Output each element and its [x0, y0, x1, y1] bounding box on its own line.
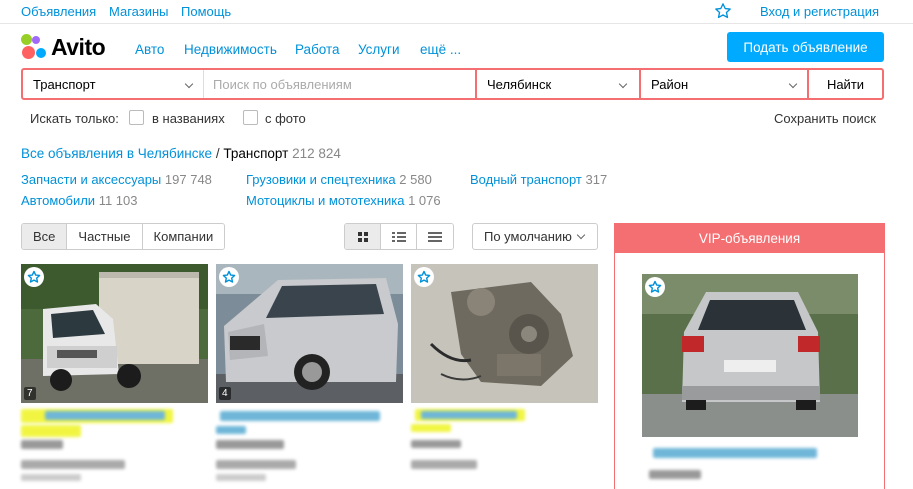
- compact-view-icon: [428, 231, 442, 242]
- vip-car-photo: [642, 274, 858, 437]
- chevron-down-icon: [576, 230, 586, 240]
- compact-view-button[interactable]: [417, 224, 453, 249]
- login-link[interactable]: Вход и регистрация: [760, 4, 879, 19]
- logo-dots-icon: [21, 34, 47, 60]
- city-select[interactable]: Челябинск: [477, 70, 639, 98]
- favorite-star-icon[interactable]: [645, 277, 665, 297]
- vip-title-blurred[interactable]: [653, 448, 817, 458]
- tab-private[interactable]: Частные: [67, 224, 143, 249]
- category-cars[interactable]: Автомобили 11 103: [21, 193, 137, 208]
- category-cars-count: 11 103: [98, 193, 138, 208]
- category-trucks[interactable]: Грузовики и спецтехника 2 580: [246, 172, 432, 187]
- search-input[interactable]: [205, 70, 475, 98]
- category-parts[interactable]: Запчасти и аксессуары 197 748: [21, 172, 212, 187]
- listing-photo[interactable]: 7: [21, 264, 208, 403]
- top-bar: Объявления Магазины Помощь Вход и регист…: [0, 0, 913, 24]
- breadcrumb-count: 212 824: [292, 146, 341, 161]
- favorite-star-icon[interactable]: [414, 267, 434, 287]
- category-value: Транспорт: [33, 76, 96, 92]
- listing-photo[interactable]: [411, 264, 598, 403]
- avito-logo[interactable]: Avito: [21, 33, 106, 60]
- topbar-link-shops[interactable]: Магазины: [109, 4, 169, 19]
- vip-block: VIP-объявления: [614, 223, 885, 489]
- sort-value: По умолчанию: [484, 229, 572, 244]
- listing-card[interactable]: 4: [216, 264, 403, 481]
- vip-price-blurred: [649, 470, 701, 479]
- breadcrumb-separator: /: [215, 146, 220, 161]
- view-toggle: [344, 223, 454, 250]
- chevron-down-icon: [618, 79, 628, 89]
- post-ad-button[interactable]: Подать объявление: [727, 32, 884, 62]
- grid-view-button[interactable]: [345, 224, 381, 249]
- truck-photo: [21, 264, 208, 403]
- chevron-down-icon: [184, 79, 194, 89]
- search-button[interactable]: Найти: [809, 70, 882, 98]
- category-trucks-label[interactable]: Грузовики и спецтехника: [246, 172, 396, 187]
- topbar-link-ads[interactable]: Объявления: [21, 4, 96, 19]
- listing-card[interactable]: 7: [21, 264, 208, 481]
- listing-title-blurred[interactable]: [220, 411, 380, 421]
- nav-more[interactable]: ещё ...: [420, 42, 461, 57]
- auto-part-photo: [411, 264, 598, 403]
- category-trucks-count: 2 580: [399, 172, 432, 187]
- listing-meta-blurred: [216, 460, 296, 469]
- breadcrumb: Все объявления в Челябинске / Транспорт …: [21, 146, 341, 161]
- seller-type-tabs: Все Частные Компании: [21, 223, 226, 250]
- city-value: Челябинск: [487, 76, 552, 92]
- chevron-down-icon: [788, 79, 798, 89]
- listing-meta-blurred: [411, 460, 477, 469]
- with-photo-label[interactable]: с фото: [265, 111, 306, 126]
- list-view-icon: [391, 231, 406, 242]
- favorite-star-icon[interactable]: [24, 267, 44, 287]
- nav-auto[interactable]: Авто: [135, 42, 164, 57]
- breadcrumb-current: Транспорт: [223, 146, 289, 161]
- category-parts-label[interactable]: Запчасти и аксессуары: [21, 172, 161, 187]
- nav-services[interactable]: Услуги: [358, 42, 400, 57]
- breadcrumb-all-ads[interactable]: Все объявления в Челябинске: [21, 146, 212, 161]
- favorite-star-icon[interactable]: [219, 267, 239, 287]
- with-photo-checkbox[interactable]: [243, 110, 258, 125]
- category-select[interactable]: Транспорт: [23, 70, 203, 98]
- vip-listing-photo[interactable]: [642, 274, 858, 437]
- nav-realty[interactable]: Недвижимость: [184, 42, 277, 57]
- titles-only-checkbox[interactable]: [129, 110, 144, 125]
- grid-view-icon: [357, 231, 368, 242]
- category-cars-label[interactable]: Автомобили: [21, 193, 95, 208]
- star-icon[interactable]: [714, 2, 732, 20]
- district-value: Район: [651, 76, 689, 92]
- nav-jobs[interactable]: Работа: [295, 42, 340, 57]
- photo-count: 4: [219, 387, 231, 400]
- category-water-count: 317: [585, 172, 608, 187]
- sort-select[interactable]: По умолчанию: [472, 223, 598, 250]
- search-bar: Транспорт Челябинск Район Найти: [21, 68, 884, 100]
- tab-all[interactable]: Все: [22, 224, 68, 249]
- logo-text: Avito: [51, 33, 106, 60]
- category-parts-count: 197 748: [164, 172, 212, 187]
- photo-count: 7: [24, 387, 36, 400]
- listing-photo[interactable]: 4: [216, 264, 403, 403]
- save-search-link[interactable]: Сохранить поиск: [774, 111, 876, 126]
- list-view-button[interactable]: [381, 224, 417, 249]
- vip-header: VIP-объявления: [615, 224, 884, 253]
- category-moto-count: 1 076: [408, 193, 441, 208]
- district-select[interactable]: Район: [641, 70, 807, 98]
- topbar-link-help[interactable]: Помощь: [181, 4, 231, 19]
- category-water-label[interactable]: Водный транспорт: [470, 172, 582, 187]
- category-water[interactable]: Водный транспорт 317: [470, 172, 607, 187]
- listing-card[interactable]: [411, 264, 598, 469]
- category-moto[interactable]: Мотоциклы и мототехника 1 076: [246, 193, 441, 208]
- search-only-label: Искать только:: [30, 111, 119, 126]
- titles-only-label[interactable]: в названиях: [152, 111, 225, 126]
- suv-photo: [216, 264, 403, 403]
- category-moto-label[interactable]: Мотоциклы и мототехника: [246, 193, 404, 208]
- tab-companies[interactable]: Компании: [142, 224, 225, 249]
- listing-meta-blurred: [21, 460, 125, 469]
